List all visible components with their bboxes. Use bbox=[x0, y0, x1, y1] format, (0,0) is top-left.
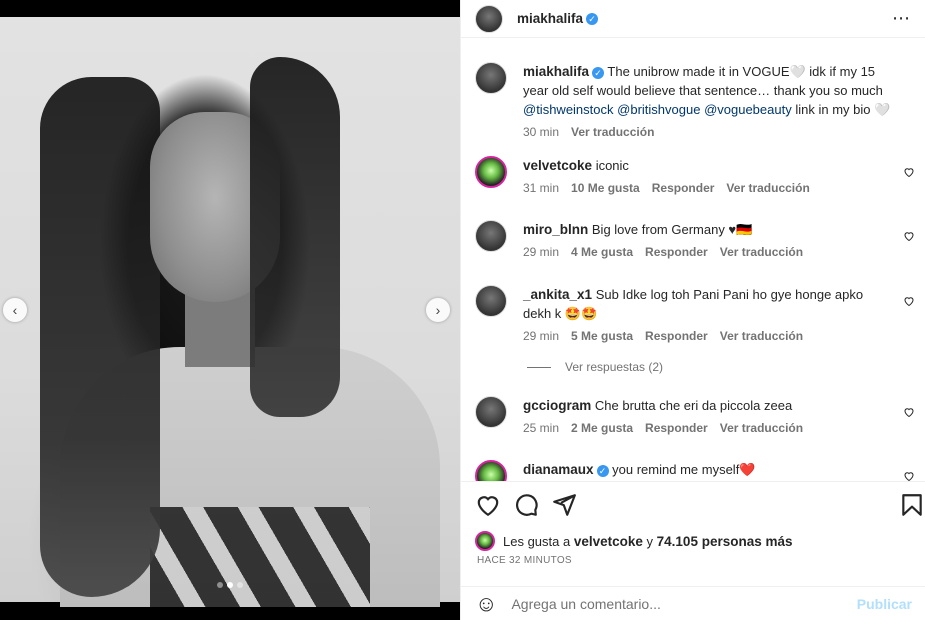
liker-username[interactable]: velvetcoke bbox=[574, 534, 643, 549]
likes-summary: Les gusta a velvetcoke y 74.105 personas… bbox=[475, 531, 793, 551]
comment-text: Che brutta che eri da piccola zeea bbox=[594, 398, 793, 413]
comment: dianamaux ✓ you remind me myself❤️ bbox=[475, 460, 915, 481]
replies-divider bbox=[527, 366, 551, 368]
comment-time: 31 min bbox=[523, 181, 560, 195]
share-send-icon[interactable] bbox=[551, 492, 577, 518]
likes-prefix: Les gusta a bbox=[503, 533, 571, 549]
comment: miro_blnn Big love from Germany ♥🇩🇪 29 m… bbox=[475, 220, 915, 262]
chevron-left-icon: ‹ bbox=[12, 302, 18, 318]
reply-button[interactable]: Responder bbox=[645, 327, 708, 346]
carousel-dot bbox=[237, 582, 243, 588]
view-replies-label: Ver respuestas (2) bbox=[565, 360, 664, 374]
comment: gcciogram Che brutta che eri da piccola … bbox=[475, 396, 915, 438]
comment-bubble-icon[interactable] bbox=[513, 492, 539, 518]
likes-count[interactable]: 74.105 personas más bbox=[657, 534, 793, 549]
caption-username[interactable]: miakhalifa bbox=[523, 64, 589, 79]
carousel-dot bbox=[217, 582, 223, 588]
more-options-icon[interactable]: ⋯ bbox=[892, 8, 911, 29]
post-header: miakhalifa ✓ ⋯ bbox=[461, 0, 925, 38]
comment-time: 25 min bbox=[523, 421, 560, 435]
like-comment-heart-icon[interactable] bbox=[903, 230, 915, 242]
comment-time: 29 min bbox=[523, 245, 560, 259]
translate-link[interactable]: Ver traducción bbox=[720, 419, 803, 438]
comment-likes[interactable]: 5 Me gusta bbox=[571, 327, 633, 346]
commenter-avatar[interactable] bbox=[475, 396, 507, 428]
comment: velvetcoke iconic 31 min 10 Me gusta Res… bbox=[475, 156, 915, 198]
post-actions-bar bbox=[461, 481, 925, 531]
verified-badge-icon: ✓ bbox=[592, 66, 605, 79]
like-comment-heart-icon[interactable] bbox=[903, 470, 915, 481]
comment-username[interactable]: miro_blnn bbox=[523, 222, 588, 237]
comment-composer: ☺ Publicar bbox=[461, 586, 925, 620]
mention-link[interactable]: @britishvogue bbox=[617, 102, 700, 117]
caption-suffix: link in my bio 🤍 bbox=[795, 102, 891, 117]
commenter-avatar[interactable] bbox=[475, 460, 507, 481]
save-bookmark-icon[interactable] bbox=[899, 492, 925, 518]
chevron-right-icon: › bbox=[435, 302, 441, 318]
liker-avatar[interactable] bbox=[475, 531, 495, 551]
commenter-avatar[interactable] bbox=[475, 156, 507, 188]
verified-badge-icon: ✓ bbox=[586, 12, 599, 25]
comments-list: miakhalifa ✓ The unibrow made it in VOGUE… bbox=[461, 38, 925, 481]
comment: _ankita_x1 Sub Idke log toh Pani Pani ho… bbox=[475, 285, 915, 346]
author-avatar[interactable] bbox=[475, 4, 503, 33]
commenter-avatar[interactable] bbox=[475, 285, 507, 317]
emoji-icon[interactable]: ☺ bbox=[475, 591, 497, 617]
translate-link[interactable]: Ver traducción bbox=[720, 327, 803, 346]
translate-link[interactable]: Ver traducción bbox=[726, 179, 809, 198]
publish-button[interactable]: Publicar bbox=[857, 596, 912, 612]
comment-username[interactable]: dianamaux bbox=[523, 462, 594, 477]
like-heart-icon[interactable] bbox=[475, 492, 501, 518]
author-avatar[interactable] bbox=[475, 62, 507, 94]
post-timestamp: HACE 32 MINUTOS bbox=[477, 555, 572, 566]
translate-link[interactable]: Ver traducción bbox=[720, 243, 803, 262]
post-details-panel: miakhalifa ✓ ⋯ miakhalifa ✓ The unibrow m… bbox=[460, 0, 925, 620]
likes-middle: y bbox=[646, 533, 654, 549]
author-username[interactable]: miakhalifa bbox=[517, 11, 583, 26]
mention-link[interactable]: @tishweinstock bbox=[523, 102, 614, 117]
comment-time: 29 min bbox=[523, 329, 560, 343]
view-replies-button[interactable]: Ver respuestas (2) bbox=[527, 360, 663, 374]
carousel-indicator bbox=[0, 582, 460, 588]
reply-button[interactable]: Responder bbox=[645, 419, 708, 438]
mention-link[interactable]: @voguebeauty bbox=[704, 102, 792, 117]
reply-button[interactable]: Responder bbox=[645, 243, 708, 262]
comment-input[interactable] bbox=[511, 595, 857, 612]
comment-likes[interactable]: 10 Me gusta bbox=[571, 179, 640, 198]
caption: miakhalifa ✓ The unibrow made it in VOGUE… bbox=[475, 62, 915, 142]
comment-likes[interactable]: 2 Me gusta bbox=[571, 419, 633, 438]
comment-text: iconic bbox=[595, 158, 629, 173]
post-media: ‹ › bbox=[0, 0, 460, 620]
comment-likes[interactable]: 4 Me gusta bbox=[571, 243, 633, 262]
comment-username[interactable]: _ankita_x1 bbox=[523, 287, 592, 302]
caption-time: 30 min bbox=[523, 125, 560, 139]
comment-text: you remind me myself❤️ bbox=[612, 462, 756, 477]
comment-username[interactable]: gcciogram bbox=[523, 398, 591, 413]
commenter-avatar[interactable] bbox=[475, 220, 507, 252]
comment-username[interactable]: velvetcoke bbox=[523, 158, 592, 173]
like-comment-heart-icon[interactable] bbox=[903, 406, 915, 418]
comment-text: Big love from Germany ♥🇩🇪 bbox=[591, 222, 753, 237]
reply-button[interactable]: Responder bbox=[652, 179, 715, 198]
carousel-prev-button[interactable]: ‹ bbox=[3, 298, 27, 322]
verified-badge-icon: ✓ bbox=[596, 464, 609, 477]
like-comment-heart-icon[interactable] bbox=[903, 166, 915, 178]
carousel-next-button[interactable]: › bbox=[426, 298, 450, 322]
post-photo bbox=[0, 17, 460, 607]
carousel-dot-active bbox=[227, 582, 233, 588]
translate-link[interactable]: Ver traducción bbox=[571, 123, 654, 142]
like-comment-heart-icon[interactable] bbox=[903, 295, 915, 307]
